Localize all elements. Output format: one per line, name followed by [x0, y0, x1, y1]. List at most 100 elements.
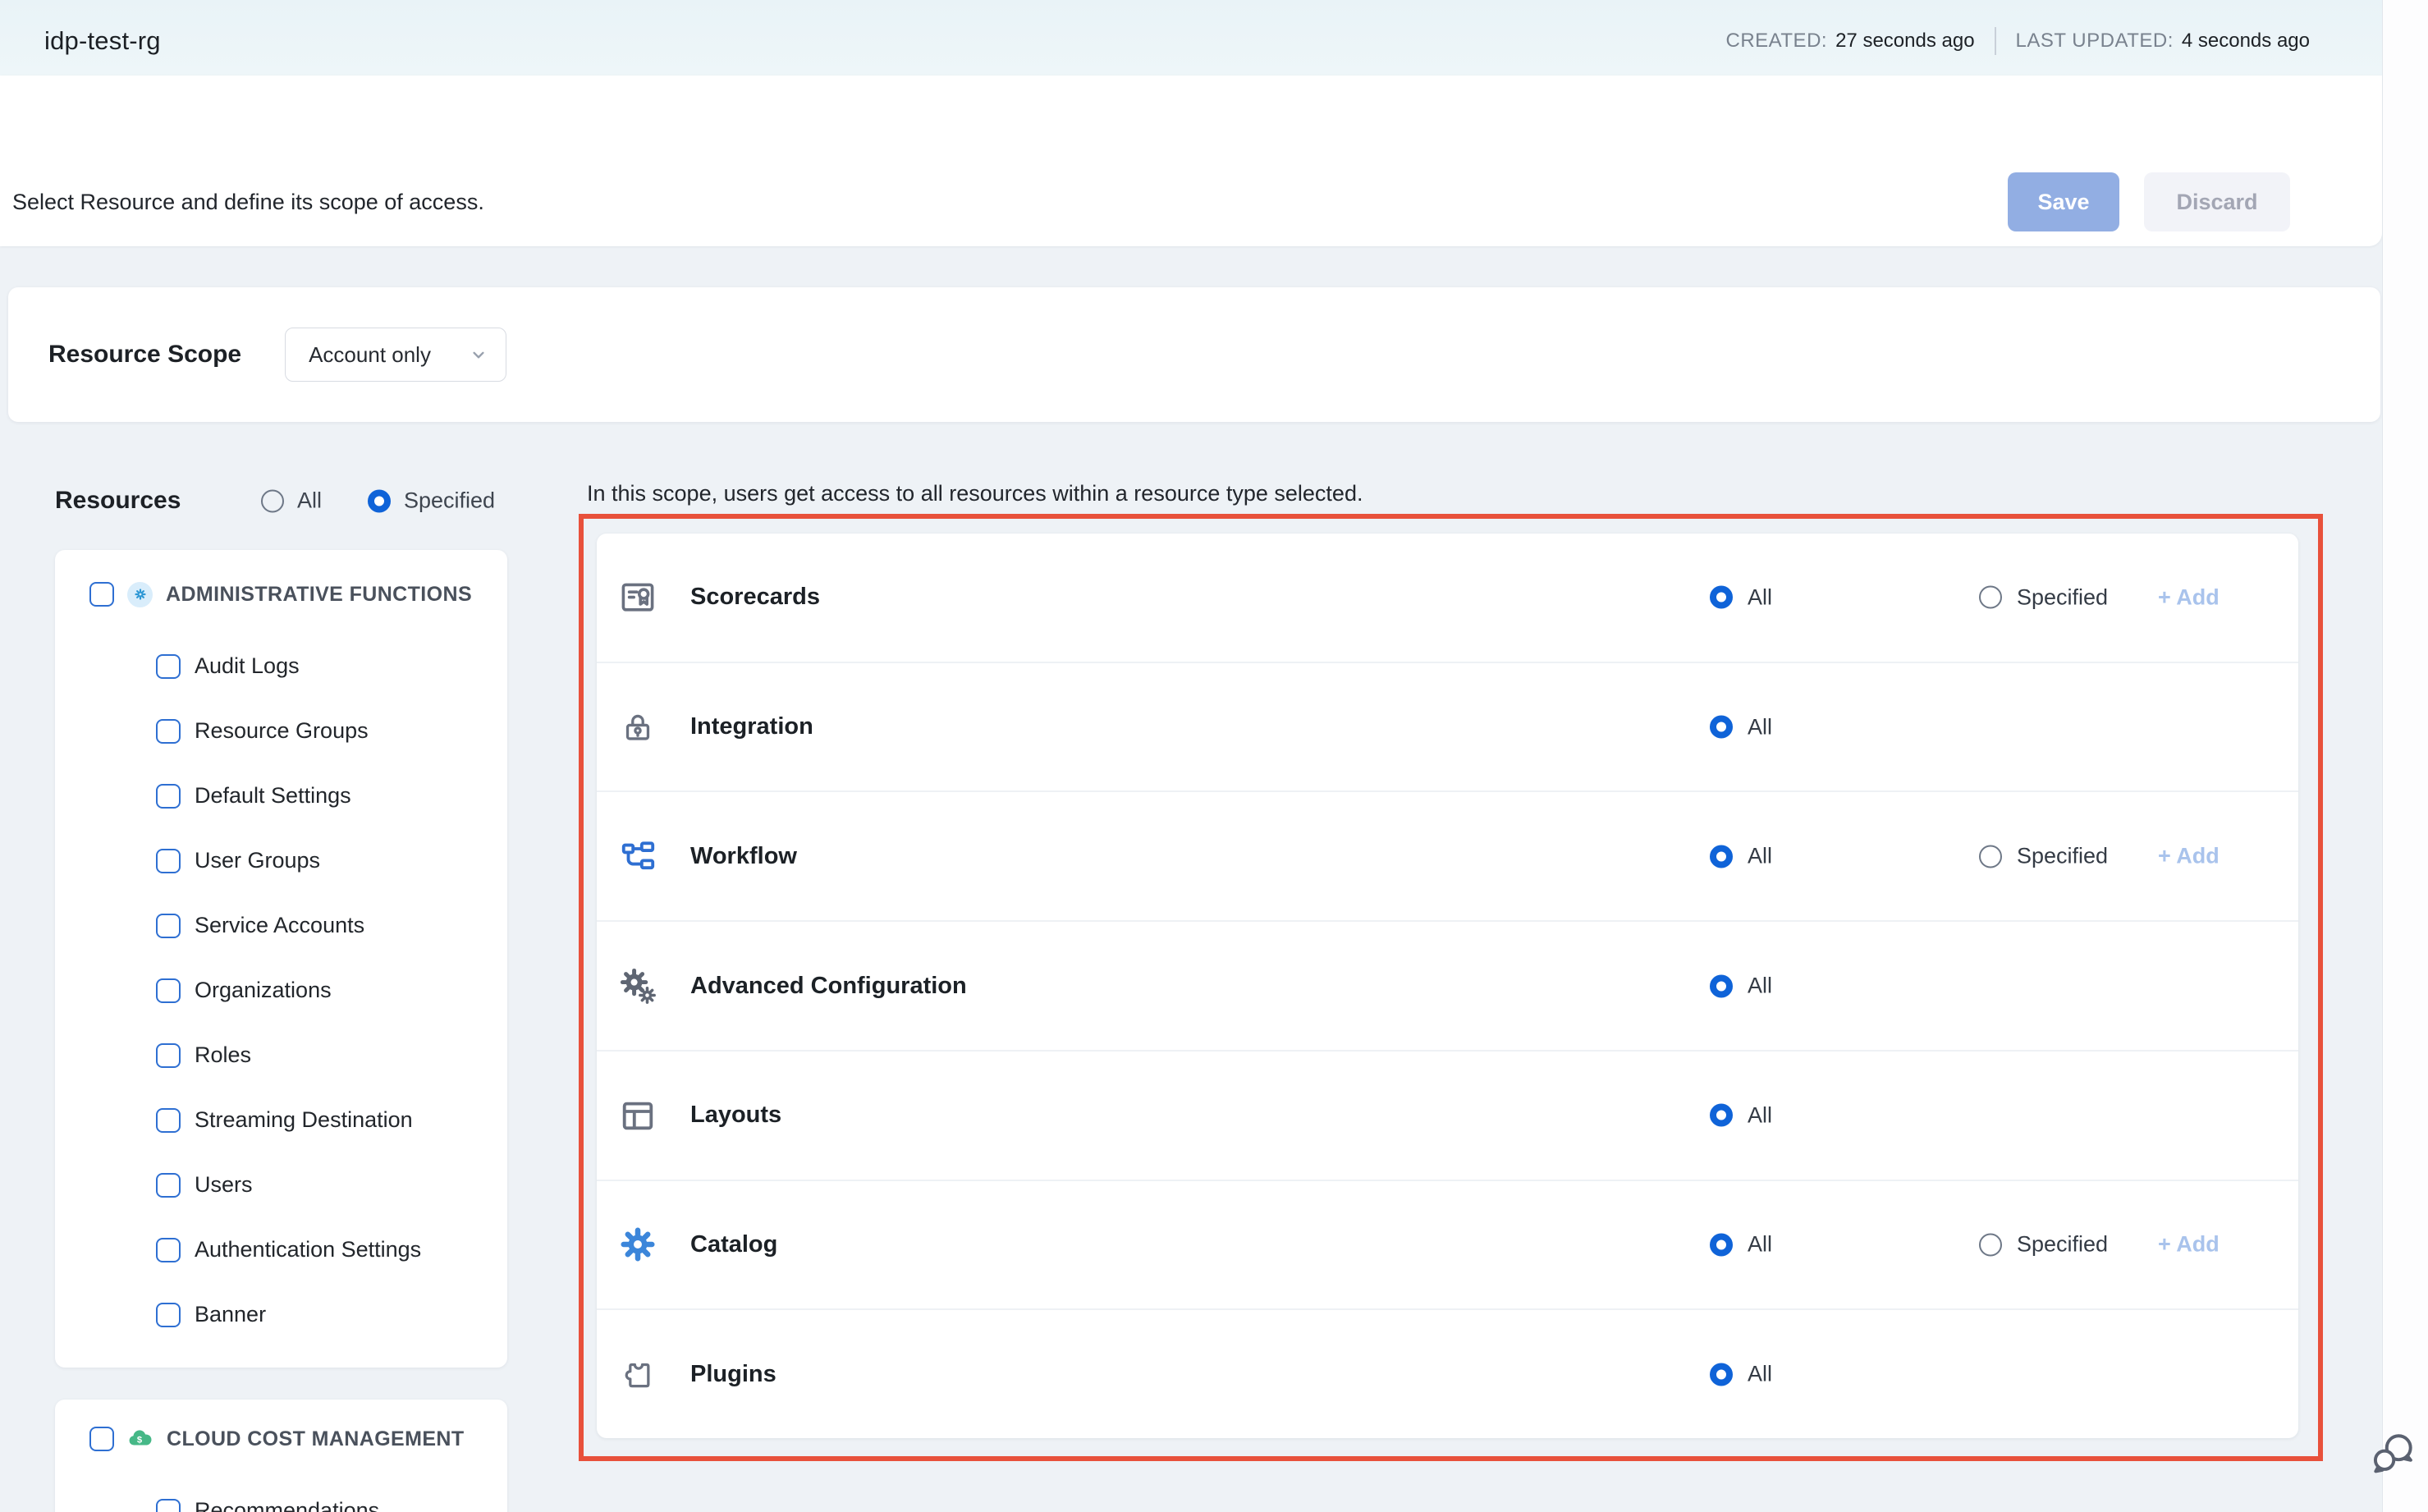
gear-icon — [618, 1225, 657, 1264]
row-label: Catalog — [690, 1231, 777, 1258]
list-item[interactable]: Streaming Destination — [55, 1088, 507, 1152]
gears-icon — [618, 966, 657, 1006]
item-checkbox[interactable] — [156, 978, 181, 1003]
radio-unselected-icon[interactable] — [1979, 845, 2002, 868]
row-label: Workflow — [690, 843, 797, 870]
radio-selected-icon[interactable] — [1710, 1233, 1733, 1256]
radio-selected-icon[interactable] — [1710, 716, 1733, 739]
list-item[interactable]: Roles — [55, 1023, 507, 1088]
cloud-cost-items: Recommendations — [55, 1478, 507, 1512]
row-radio-all[interactable]: All — [1710, 1362, 1772, 1387]
highlight-red-box: Scorecards All Specified + Add Integrati… — [579, 514, 2323, 1461]
discard-button[interactable]: Discard — [2144, 172, 2290, 231]
group-row-cloud-cost: $ CLOUD COST MANAGEMENT — [55, 1408, 507, 1470]
radio-unselected-icon[interactable] — [261, 489, 284, 512]
radio-selected-icon[interactable] — [368, 489, 391, 512]
item-checkbox[interactable] — [156, 654, 181, 679]
list-item[interactable]: Resource Groups — [55, 699, 507, 763]
timestamps: CREATED: 27 seconds ago LAST UPDATED: 4 … — [1726, 27, 2311, 55]
cloud-cost-card: $ CLOUD COST MANAGEMENT Recommendations — [55, 1400, 507, 1512]
row-radio-specified[interactable]: Specified — [1979, 1232, 2108, 1258]
row-radio-all[interactable]: All — [1710, 1102, 1772, 1128]
list-item[interactable]: Banner — [55, 1282, 507, 1347]
item-checkbox[interactable] — [156, 1238, 181, 1262]
page-header: idp-test-rg CREATED: 27 seconds ago LAST… — [0, 0, 2382, 76]
row-radio-specified[interactable]: Specified — [1979, 844, 2108, 869]
admin-items: Audit Logs Resource Groups Default Setti… — [55, 634, 507, 1347]
group-label: ADMINISTRATIVE FUNCTIONS — [166, 583, 472, 607]
item-checkbox[interactable] — [156, 784, 181, 809]
list-item[interactable]: Organizations — [55, 958, 507, 1023]
radio-selected-icon[interactable] — [1710, 1104, 1733, 1127]
item-checkbox[interactable] — [156, 1173, 181, 1198]
resources-radio-all[interactable]: All — [261, 488, 322, 514]
puzzle-icon — [618, 1354, 657, 1394]
add-link[interactable]: + Add — [2158, 584, 2220, 610]
item-checkbox[interactable] — [156, 914, 181, 938]
item-checkbox[interactable] — [156, 1043, 181, 1068]
row-radio-all[interactable]: All — [1710, 584, 1772, 610]
right-edge-strip — [2382, 0, 2428, 1512]
item-checkbox[interactable] — [156, 1499, 181, 1512]
scope-description: In this scope, users get access to all r… — [587, 481, 1363, 506]
list-item[interactable]: Users — [55, 1152, 507, 1217]
group-checkbox[interactable] — [89, 1427, 114, 1451]
row-label: Integration — [690, 713, 813, 740]
row-radio-all[interactable]: All — [1710, 714, 1772, 740]
admin-gear-icon — [127, 582, 153, 607]
toolbar-actions: Save Discard — [2008, 172, 2290, 231]
resource-scope-dropdown[interactable]: Account only — [285, 328, 506, 382]
resources-header: Resources All Specified — [0, 478, 575, 524]
group-row-admin-functions: ADMINISTRATIVE FUNCTIONS — [55, 563, 507, 625]
row-label: Advanced Configuration — [690, 973, 967, 1000]
radio-selected-icon[interactable] — [1710, 845, 1733, 868]
item-checkbox[interactable] — [156, 719, 181, 744]
list-item[interactable]: Audit Logs — [55, 634, 507, 699]
created-value: 27 seconds ago — [1835, 30, 1974, 53]
radio-selected-icon[interactable] — [1710, 586, 1733, 609]
list-item[interactable]: Authentication Settings — [55, 1217, 507, 1282]
row-radio-all[interactable]: All — [1710, 1232, 1772, 1258]
action-toolbar: Select Resource and define its scope of … — [0, 76, 2382, 246]
group-checkbox[interactable] — [89, 582, 114, 607]
scorecard-icon — [618, 578, 657, 617]
row-radio-specified[interactable]: Specified — [1979, 584, 2108, 610]
row-radio-all[interactable]: All — [1710, 974, 1772, 999]
list-item[interactable]: User Groups — [55, 828, 507, 893]
item-checkbox[interactable] — [156, 849, 181, 873]
radio-selected-icon[interactable] — [1710, 974, 1733, 997]
last-updated-value: 4 seconds ago — [2182, 30, 2310, 53]
last-updated-label: LAST UPDATED: — [2016, 30, 2174, 53]
chevron-down-icon — [468, 344, 489, 365]
resource-row-scorecards: Scorecards All Specified + Add — [597, 534, 2298, 663]
resource-scope-card: Resource Scope Account only — [8, 287, 2380, 422]
add-link[interactable]: + Add — [2158, 844, 2220, 869]
toolbar-description: Select Resource and define its scope of … — [12, 190, 484, 215]
radio-specified-label: Specified — [404, 488, 495, 514]
row-label: Plugins — [690, 1361, 777, 1388]
list-item[interactable]: Service Accounts — [55, 893, 507, 958]
item-checkbox[interactable] — [156, 1108, 181, 1133]
resources-radio-specified[interactable]: Specified — [368, 488, 495, 514]
resource-group-page: idp-test-rg CREATED: 27 seconds ago LAST… — [0, 0, 2428, 1512]
svg-text:$: $ — [137, 1436, 143, 1446]
chat-bubbles-icon[interactable] — [2367, 1430, 2418, 1481]
resource-row-layouts: Layouts All — [597, 1052, 2298, 1181]
add-link[interactable]: + Add — [2158, 1232, 2220, 1258]
radio-unselected-icon[interactable] — [1979, 586, 2002, 609]
cloud-dollar-icon: $ — [126, 1427, 153, 1451]
item-checkbox[interactable] — [156, 1303, 181, 1327]
resource-scope-label: Resource Scope — [48, 341, 241, 369]
resource-row-advanced-configuration: Advanced Configuration All — [597, 922, 2298, 1052]
list-item[interactable]: Recommendations — [55, 1478, 507, 1512]
created-label: CREATED: — [1726, 30, 1828, 53]
row-radio-all[interactable]: All — [1710, 844, 1772, 869]
list-item[interactable]: Default Settings — [55, 763, 507, 828]
radio-unselected-icon[interactable] — [1979, 1233, 2002, 1256]
resources-title: Resources — [55, 487, 181, 515]
radio-selected-icon[interactable] — [1710, 1363, 1733, 1386]
resource-row-workflow: Workflow All Specified + Add — [597, 792, 2298, 922]
save-button[interactable]: Save — [2008, 172, 2119, 231]
divider — [1995, 27, 1996, 55]
layout-icon — [618, 1096, 657, 1135]
